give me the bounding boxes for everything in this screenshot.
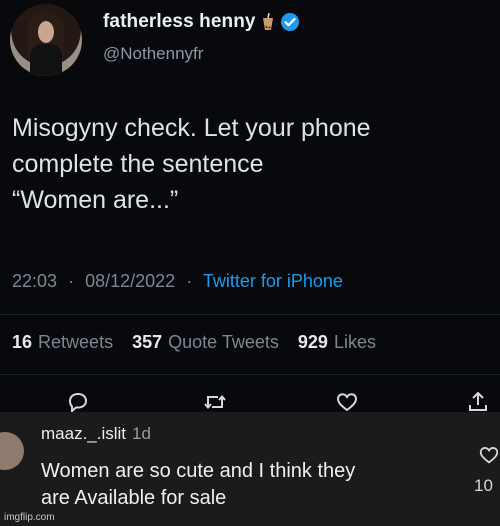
retweets-stat[interactable]: 16 Retweets	[12, 332, 113, 352]
name-row: fatherless henny	[103, 11, 300, 33]
profile-avatar[interactable]	[10, 4, 82, 76]
tweet-date[interactable]: 08/12/2022	[85, 271, 175, 291]
likes-stat[interactable]: 929 Likes	[298, 332, 376, 352]
commenter-row: maaz._.islit 1d	[41, 424, 151, 444]
likes-label: Likes	[333, 332, 376, 352]
comment-text: Women are so cute and I think they are A…	[41, 458, 451, 512]
comment-like-icon[interactable]	[478, 444, 500, 466]
tweet-stats: 16 Retweets 357 Quote Tweets 929 Likes	[12, 332, 390, 353]
quote-tweets-label: Quote Tweets	[168, 332, 279, 352]
user-handle[interactable]: @Nothennyfr	[103, 44, 203, 64]
commenter-username[interactable]: maaz._.islit	[41, 424, 126, 443]
avatar-face	[38, 21, 54, 43]
comment-text-line: are Available for sale	[41, 487, 227, 509]
quote-tweets-count: 357	[132, 332, 163, 352]
tweet-time[interactable]: 22:03	[12, 271, 57, 291]
tweet-text: Misogyny check. Let your phone complete …	[12, 110, 492, 218]
reply-icon[interactable]	[66, 390, 90, 414]
tweet-text-line: Misogyny check. Let your phone	[12, 114, 371, 142]
tweet-text-line: complete the sentence	[12, 150, 264, 178]
comment-text-line: Women are so cute and I think they	[41, 460, 356, 482]
likes-count: 929	[297, 332, 328, 352]
tweet-source-link[interactable]: Twitter for iPhone	[203, 271, 343, 291]
comment-overlay: maaz._.islit 1d Women are so cute and I t…	[0, 412, 500, 526]
display-name[interactable]: fatherless henny	[103, 11, 256, 33]
retweets-count: 16	[12, 332, 33, 352]
comment-like-count: 10	[474, 476, 493, 495]
share-icon[interactable]	[466, 390, 490, 414]
commenter-avatar[interactable]	[0, 432, 24, 470]
like-icon[interactable]	[335, 390, 359, 414]
retweets-label: Retweets	[38, 332, 114, 352]
tweet-card: fatherless henny @Nothennyfr Misogyny ch…	[0, 0, 500, 414]
meta-separator: ·	[186, 271, 193, 291]
quote-tweets-stat[interactable]: 357 Quote Tweets	[132, 332, 279, 352]
tweet-meta: 22:03 · 08/12/2022 · Twitter for iPhone	[12, 271, 343, 292]
meta-separator: ·	[68, 271, 75, 291]
action-bar	[0, 390, 500, 414]
tweet-text-line: “Women are...”	[12, 186, 179, 214]
retweet-icon[interactable]	[203, 390, 227, 414]
divider	[0, 314, 500, 315]
bubble-tea-emoji-icon	[262, 13, 273, 30]
verified-badge-icon	[280, 13, 299, 31]
comment-time: 1d	[132, 424, 151, 443]
watermark: imgflip.com	[4, 512, 55, 523]
divider	[0, 374, 500, 375]
avatar-body	[30, 44, 62, 76]
